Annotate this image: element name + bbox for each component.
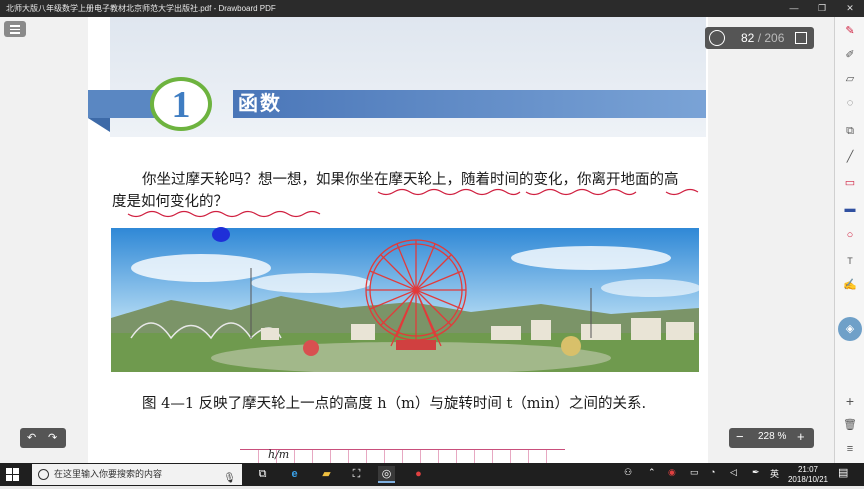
taskbar-search-box[interactable]: 在这里输入你要搜索的内容 🎙 [32, 464, 242, 485]
amusement-park-illustration [111, 228, 699, 372]
search-placeholder: 在这里输入你要搜索的内容 [54, 469, 163, 479]
pen-icon[interactable]: ✎ [842, 23, 858, 39]
pdf-page[interactable]: 1 函数 你坐过摩天轮吗？想一想，如果你坐在摩天轮上，随着时间的变化，你离开地面… [88, 17, 708, 463]
paragraph-ferris-wheel-question: 你坐过摩天轮吗？想一想，如果你坐在摩天轮上，随着时间的变化，你离开地面的高度是如… [112, 169, 692, 213]
record-app-icon[interactable]: ● [410, 466, 427, 483]
undo-button[interactable]: ↶ [27, 431, 36, 444]
volume-icon[interactable]: ◁ [730, 467, 737, 478]
drawboard-app-icon[interactable]: ◎ [378, 466, 395, 483]
zoom-level[interactable]: 228 % [758, 431, 786, 442]
document-viewer[interactable]: 1 函数 你坐过摩天轮吗？想一想，如果你坐在摩天轮上，随着时间的变化，你离开地面… [0, 17, 834, 463]
people-icon[interactable]: ⚇ [624, 467, 632, 478]
zoom-in-button[interactable]: + [797, 429, 805, 444]
history-icon[interactable] [709, 30, 725, 46]
window-title: 北师大版八年级数学上册电子教材北京师范大学出版社.pdf - Drawboard… [6, 4, 276, 13]
menu-line [10, 25, 20, 27]
cortana-icon [38, 469, 49, 480]
minimize-button[interactable]: — [780, 0, 808, 17]
paragraph-text: 图 4—1 反映了摩天轮上一点的高度 h（m）与旋转时间 t（min）之间的关系… [142, 396, 647, 412]
current-page: 82 [741, 31, 755, 45]
fill-icon[interactable]: ▬ [842, 201, 858, 217]
clock-date: 2018/10/21 [787, 475, 829, 484]
paragraph-figure-description: 图 4—1 反映了摩天轮上一点的高度 h（m）与旋转时间 t（min）之间的关系… [112, 393, 692, 415]
section-number-badge: 1 [150, 77, 212, 131]
clock-time: 21:07 [797, 465, 819, 474]
highlighter-icon[interactable]: ✐ [842, 47, 858, 63]
section-number: 1 [171, 84, 191, 126]
eraser-icon[interactable]: ▱ [842, 71, 858, 87]
close-button[interactable]: ✕ [836, 0, 864, 17]
ellipse-icon[interactable]: ○ [842, 227, 858, 243]
section-ribbon [233, 90, 706, 118]
hamburger-menu-button[interactable] [4, 21, 26, 37]
section-ribbon-tail [88, 118, 110, 132]
redo-button[interactable]: ↷ [48, 431, 57, 444]
system-clock[interactable]: 21:07 2018/10/21 [786, 465, 830, 485]
file-explorer-icon[interactable]: ▰ [318, 466, 335, 483]
battery-icon[interactable]: ▭ [690, 467, 699, 478]
rectangle-icon[interactable]: ▭ [842, 175, 858, 191]
text-icon[interactable]: T [842, 253, 858, 269]
ferris-wheel-photo [111, 228, 699, 372]
undo-redo-controls: ↶ ↷ [20, 428, 66, 448]
store-icon[interactable]: ⛶ [348, 466, 365, 483]
more-icon[interactable]: ≡ [842, 441, 858, 457]
edge-browser-icon[interactable]: e [286, 466, 303, 483]
notification-center-icon[interactable]: ▤ [838, 466, 848, 479]
total-pages: / 206 [757, 31, 785, 45]
add-icon[interactable]: + [842, 393, 858, 409]
tray-expand-icon[interactable]: ⌃ [648, 467, 656, 478]
nav-wheel-icon[interactable]: ◈ [838, 317, 862, 341]
section-title: 函数 [238, 93, 282, 115]
graph-y-axis-label: h/m [268, 448, 290, 461]
grid-view-icon[interactable] [795, 32, 807, 44]
menu-line [10, 32, 20, 34]
taskbar: 在这里输入你要搜索的内容 🎙 ⧉ e ▰ ⛶ ◎ ● ⚇ ⌃ ◉ ▭ ◔ ◁ ✒… [0, 463, 864, 486]
window-controls: — ❐ ✕ [780, 0, 864, 17]
zoom-out-button[interactable]: − [736, 429, 744, 444]
pointer-cursor [212, 227, 230, 242]
recorder-tray-icon[interactable]: ◉ [668, 467, 676, 478]
windows-start-icon[interactable] [6, 468, 19, 481]
network-icon[interactable]: ◔ [710, 467, 715, 477]
lasso-icon[interactable]: ◌ [842, 95, 858, 111]
annotation-toolbar: ✎ ✐ ▱ ◌ ⧉ ╱ ▭ ▬ ○ T ✍ ◈ + 🗑 ≡ [834, 17, 864, 463]
zoom-controls: − 228 % + [729, 428, 814, 448]
pen-workspace-icon[interactable]: ✒ [752, 467, 760, 478]
page-navigator[interactable]: 82 / 206 [705, 27, 814, 49]
page-number[interactable]: 82 / 206 [741, 31, 784, 45]
input-method-indicator[interactable]: 英 [770, 467, 779, 480]
line-icon[interactable]: ╱ [842, 149, 858, 165]
crop-icon[interactable]: ⧉ [842, 123, 858, 139]
menu-line [10, 28, 20, 30]
paragraph-text: 你坐过摩天轮吗？想一想，如果你坐在摩天轮上，随着时间的变化，你离开地面的高度是如… [112, 172, 679, 210]
task-view-icon[interactable]: ⧉ [254, 466, 271, 483]
signature-icon[interactable]: ✍ [842, 277, 858, 293]
delete-icon[interactable]: 🗑 [842, 417, 858, 433]
window-title-bar: 北师大版八年级数学上册电子教材北京师范大学出版社.pdf - Drawboard… [0, 0, 864, 17]
maximize-button[interactable]: ❐ [808, 0, 836, 17]
